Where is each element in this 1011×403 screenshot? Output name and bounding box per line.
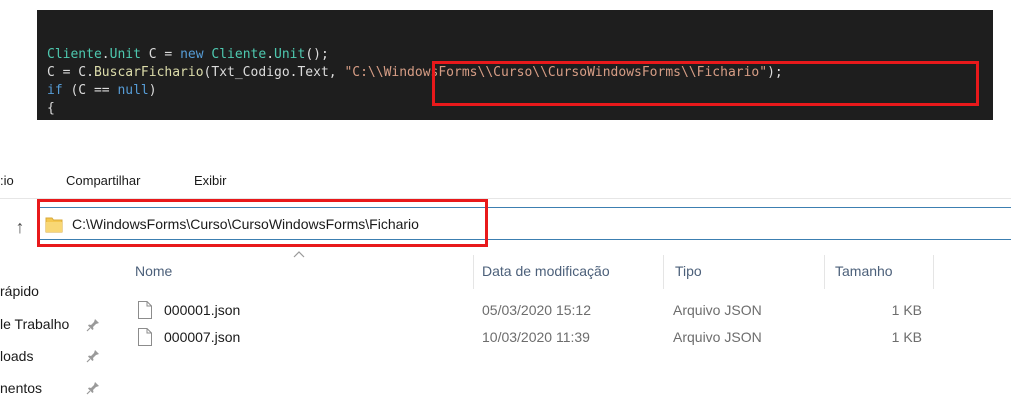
file-row[interactable]: 000001.json 05/03/2020 15:12 Arquivo JSO…: [130, 300, 940, 320]
file-name: 000007.json: [164, 329, 241, 345]
column-divider[interactable]: [473, 255, 474, 289]
tab-inicio[interactable]: :io: [0, 172, 14, 190]
code-line-4: {: [47, 100, 55, 117]
file-size: 1 KB: [891, 302, 922, 318]
code-token: Cliente: [211, 47, 267, 62]
tab-exibir[interactable]: Exibir: [194, 172, 227, 190]
file-date: 05/03/2020 15:12: [482, 302, 591, 318]
nav-item-acesso-rapido[interactable]: rápido: [0, 281, 39, 301]
code-editor: Cliente.Unit C = new Cliente.Unit(); C =…: [37, 10, 993, 120]
code-token: new: [180, 47, 204, 62]
column-divider[interactable]: [663, 255, 664, 289]
code-token: .: [101, 47, 110, 62]
code-token: ();: [305, 47, 329, 62]
file-type: Arquivo JSON: [673, 302, 762, 318]
code-token: {: [47, 101, 55, 116]
file-icon: [138, 301, 152, 319]
code-highlight-box: [432, 61, 979, 106]
column-header-tipo[interactable]: Tipo: [675, 259, 702, 283]
column-header-nome[interactable]: Nome: [135, 259, 172, 283]
code-token: C = C.: [47, 65, 94, 80]
code-line-3: if (C == null): [47, 82, 157, 99]
code-token: ): [148, 83, 157, 98]
address-highlight-box: [37, 199, 488, 247]
file-icon: [138, 328, 152, 346]
code-token: Cliente: [47, 47, 102, 62]
file-name: 000001.json: [164, 302, 241, 318]
code-token: Unit: [274, 47, 306, 62]
column-divider[interactable]: [933, 255, 934, 289]
code-token: (C ==: [62, 83, 118, 98]
tab-compartilhar[interactable]: Compartilhar: [66, 172, 140, 190]
column-divider[interactable]: [824, 255, 825, 289]
code-token: .: [266, 47, 275, 62]
pin-icon: [86, 319, 99, 332]
code-token: (Txt_Codigo.Text,: [203, 65, 345, 80]
code-token: null: [117, 83, 149, 98]
file-type: Arquivo JSON: [673, 329, 762, 345]
nav-item-downloads[interactable]: loads: [0, 346, 33, 366]
file-row[interactable]: 000007.json 10/03/2020 11:39 Arquivo JSO…: [130, 327, 940, 347]
column-header-tamanho[interactable]: Tamanho: [835, 259, 893, 283]
file-date: 10/03/2020 11:39: [482, 329, 590, 345]
nav-item-documentos[interactable]: nentos: [0, 378, 42, 398]
code-token: Unit: [109, 47, 141, 62]
code-line-1: Cliente.Unit C = new Cliente.Unit();: [47, 46, 329, 63]
code-token: C =: [140, 47, 181, 62]
pin-icon: [86, 382, 99, 395]
pin-icon: [86, 350, 99, 363]
code-token: if: [47, 83, 63, 98]
file-size: 1 KB: [891, 329, 922, 345]
nav-item-area-de-trabalho[interactable]: le Trabalho: [0, 314, 69, 334]
sort-ascending-icon: [293, 251, 305, 258]
up-arrow-icon[interactable]: ↑: [10, 215, 30, 239]
code-token: BuscarFichario: [93, 65, 204, 80]
column-header-data[interactable]: Data de modificação: [482, 259, 610, 283]
